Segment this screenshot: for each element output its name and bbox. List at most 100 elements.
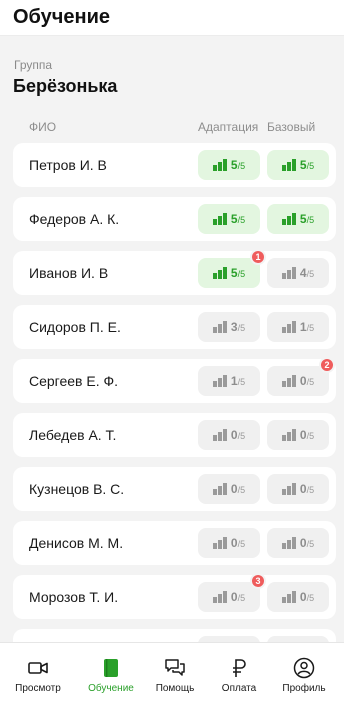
employee-name: Иванов И. В bbox=[29, 265, 109, 281]
employee-name: Лебедев А. Т. bbox=[29, 427, 117, 443]
progress-total: /5 bbox=[306, 323, 315, 333]
basic-progress-badge[interactable]: 0/5 bbox=[267, 582, 329, 612]
progress-value: 0 bbox=[299, 374, 307, 388]
progress-value: 5 bbox=[299, 158, 307, 172]
profile-icon bbox=[293, 657, 315, 679]
nav-label-help: Помощь bbox=[155, 683, 195, 694]
basic-progress-badge[interactable]: 4/5 bbox=[267, 258, 329, 288]
level-icon bbox=[281, 321, 296, 333]
employee-name: Федеров А. К. bbox=[29, 211, 120, 227]
progress-value: 0 bbox=[299, 482, 307, 496]
level-icon bbox=[212, 537, 227, 549]
employee-row[interactable]: Кузнецов В. С. 0/5 0/5 bbox=[13, 467, 336, 511]
progress-total: /5 bbox=[306, 215, 315, 225]
level-icon bbox=[281, 213, 296, 225]
level-icon bbox=[281, 591, 296, 603]
progress-total: /5 bbox=[237, 323, 246, 333]
level-icon bbox=[281, 537, 296, 549]
nav-item-payment[interactable]: Оплата bbox=[205, 643, 273, 706]
employee-row[interactable]: Сидоров П. Е. 3/5 1/5 bbox=[13, 305, 336, 349]
employee-row[interactable]: Денисов М. М. 0/5 0/5 bbox=[13, 521, 336, 565]
employee-row[interactable]: Лебедев А. Т. 0/5 0/5 bbox=[13, 413, 336, 457]
adaptation-progress-badge[interactable]: 0/5 bbox=[198, 474, 260, 504]
progress-total: /5 bbox=[237, 215, 246, 225]
nav-item-view[interactable]: Просмотр bbox=[4, 643, 72, 706]
progress-total: /5 bbox=[237, 377, 246, 387]
nav-item-training[interactable]: Обучение bbox=[77, 643, 145, 706]
column-header-adaptation: Адаптация bbox=[198, 120, 259, 134]
level-icon bbox=[212, 321, 227, 333]
progress-total: /5 bbox=[237, 593, 246, 603]
chat-bubbles-icon bbox=[165, 659, 185, 676]
progress-value: 0 bbox=[230, 590, 238, 604]
basic-progress-badge[interactable]: 1/5 bbox=[267, 312, 329, 342]
adaptation-progress-badge[interactable]: 3/5 bbox=[198, 312, 260, 342]
level-icon bbox=[212, 267, 227, 279]
adaptation-progress-badge[interactable]: 1/5 bbox=[198, 366, 260, 396]
bottom-nav: Просмотр Обучение Помощь Оплата Профиль bbox=[0, 642, 344, 706]
basic-progress-badge[interactable]: 0/5 bbox=[267, 420, 329, 450]
employee-name: Петров И. В bbox=[29, 157, 107, 173]
progress-total: /5 bbox=[237, 161, 246, 171]
level-icon bbox=[281, 483, 296, 495]
adaptation-progress-badge[interactable]: 5/5 bbox=[198, 150, 260, 180]
level-icon bbox=[212, 159, 227, 171]
level-icon bbox=[212, 429, 227, 441]
progress-value: 0 bbox=[230, 428, 238, 442]
basic-progress-badge[interactable]: 0/5 2 bbox=[267, 357, 335, 396]
ruble-icon bbox=[233, 659, 246, 677]
progress-value: 0 bbox=[230, 482, 238, 496]
progress-value: 4 bbox=[299, 266, 307, 280]
employee-row[interactable]: Петров И. В 5/5 5/5 bbox=[13, 143, 336, 187]
adaptation-progress-badge[interactable]: 0/5 bbox=[198, 528, 260, 558]
adaptation-progress-badge[interactable]: 0/5 3 bbox=[198, 573, 266, 612]
notification-badge: 3 bbox=[250, 573, 266, 589]
notification-badge: 2 bbox=[319, 357, 335, 373]
adaptation-progress-badge[interactable]: 0/5 bbox=[198, 420, 260, 450]
progress-value: 0 bbox=[299, 590, 307, 604]
basic-progress-badge[interactable]: 5/5 bbox=[267, 150, 329, 180]
progress-total: /5 bbox=[306, 161, 315, 171]
basic-progress-badge[interactable]: 0/5 bbox=[267, 474, 329, 504]
employee-name: Сергеев Е. Ф. bbox=[29, 373, 119, 389]
progress-value: 0 bbox=[299, 428, 307, 442]
nav-label-view: Просмотр bbox=[15, 683, 61, 694]
progress-total: /5 bbox=[237, 485, 246, 495]
progress-value: 1 bbox=[299, 320, 307, 334]
employee-name: Сидоров П. Е. bbox=[29, 319, 121, 335]
progress-total: /5 bbox=[306, 485, 315, 495]
employee-row[interactable]: /5/5 bbox=[13, 629, 336, 642]
group-label: Группа bbox=[14, 58, 53, 72]
adaptation-progress-badge[interactable]: 5/5 1 bbox=[198, 249, 266, 288]
group-name: Берёзонька bbox=[13, 76, 118, 96]
progress-total: /5 bbox=[306, 269, 315, 279]
nav-item-profile[interactable]: Профиль bbox=[270, 643, 338, 706]
employee-row[interactable]: Федеров А. К. 5/5 5/5 bbox=[13, 197, 336, 241]
employee-name: Морозов Т. И. bbox=[29, 589, 119, 605]
basic-progress-badge[interactable]: 0/5 bbox=[267, 528, 329, 558]
progress-total: /5 bbox=[237, 431, 246, 441]
progress-total: /5 bbox=[306, 539, 315, 549]
level-icon bbox=[281, 159, 296, 171]
progress-value: 1 bbox=[230, 374, 238, 388]
adaptation-progress-badge[interactable]: 5/5 bbox=[198, 204, 260, 234]
employee-row[interactable]: Иванов И. В 5/5 1 4/5 bbox=[13, 249, 336, 295]
progress-value: 0 bbox=[299, 536, 307, 550]
nav-item-help[interactable]: Помощь bbox=[141, 643, 209, 706]
basic-progress-badge[interactable]: 5/5 bbox=[267, 204, 329, 234]
progress-total: /5 bbox=[306, 431, 315, 441]
progress-value: 0 bbox=[230, 536, 238, 550]
level-icon bbox=[212, 483, 227, 495]
nav-label-profile: Профиль bbox=[282, 683, 326, 694]
video-camera-icon bbox=[28, 662, 48, 674]
employee-row[interactable]: Морозов Т. И. 0/5 3 0/5 bbox=[13, 573, 336, 619]
progress-value: 5 bbox=[230, 212, 238, 226]
employee-row[interactable]: Сергеев Е. Ф. 1/5 0/5 2 bbox=[13, 357, 336, 403]
progress-total: /5 bbox=[237, 539, 246, 549]
page-title: Обучение bbox=[13, 6, 111, 28]
level-icon bbox=[281, 429, 296, 441]
content-area[interactable]: Группа Берёзонька ФИО Адаптация Базовый … bbox=[0, 36, 344, 642]
progress-value: 5 bbox=[230, 266, 238, 280]
level-icon bbox=[281, 267, 296, 279]
notification-badge: 1 bbox=[250, 249, 266, 265]
